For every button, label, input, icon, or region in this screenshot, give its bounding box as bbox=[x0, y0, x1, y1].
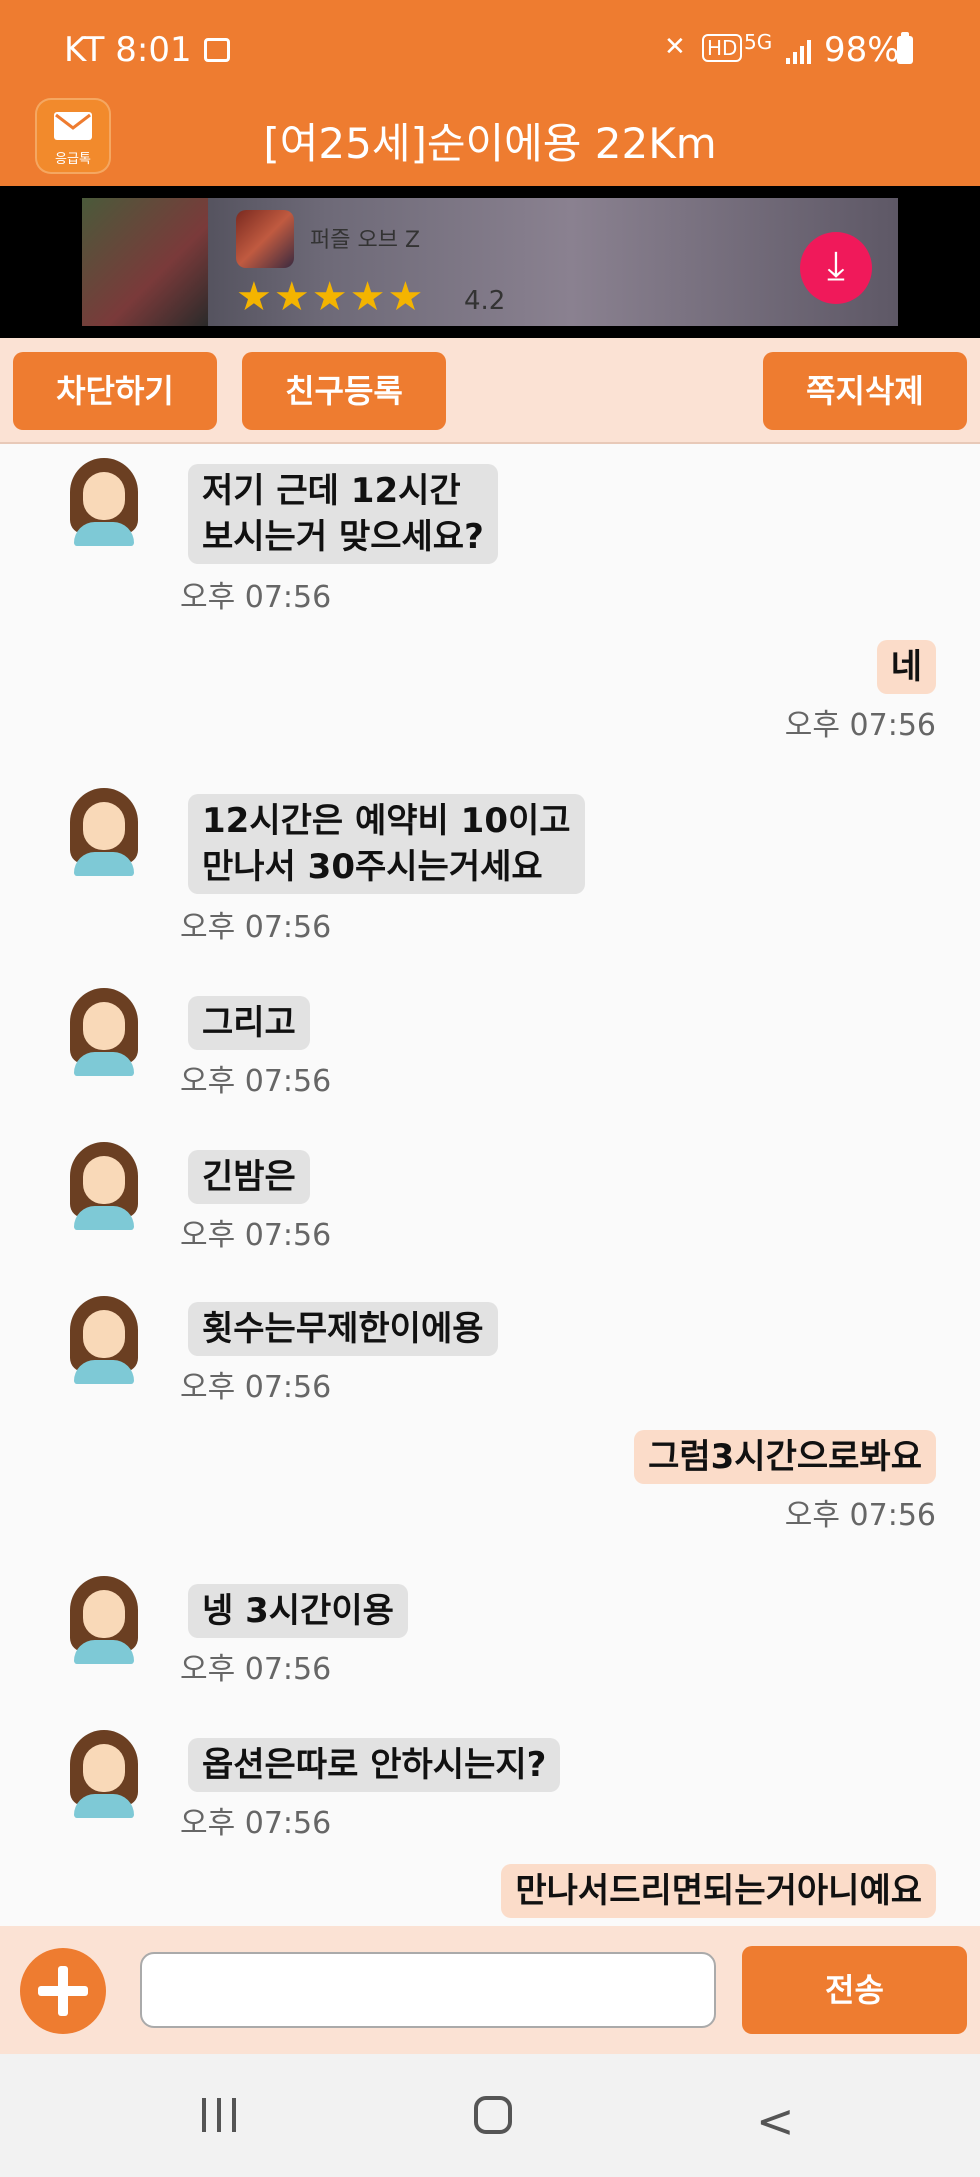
avatar[interactable] bbox=[66, 1576, 142, 1666]
ad-app-icon bbox=[236, 210, 294, 268]
incoming-message: 저기 근데 12시간 보시는거 맞으세요? bbox=[188, 464, 498, 564]
message-time: 오후 07:56 bbox=[180, 910, 332, 945]
outgoing-message: 그럼3시간으로봐요 bbox=[634, 1430, 936, 1484]
avatar[interactable] bbox=[66, 988, 142, 1078]
incoming-message: 옵션은따로 안하시는지? bbox=[188, 1738, 561, 1792]
signal-icon bbox=[786, 38, 812, 64]
battery-percent: 98% bbox=[824, 30, 900, 70]
hd-icon: HD bbox=[702, 34, 743, 62]
add-friend-button[interactable]: 친구등록 bbox=[242, 352, 446, 430]
gallery-icon bbox=[204, 38, 230, 62]
incoming-message: 횟수는무제한이에용 bbox=[188, 1302, 498, 1356]
plus-icon[interactable] bbox=[20, 1948, 106, 2034]
outgoing-message: 만나서드리면되는거아니예요 bbox=[501, 1864, 936, 1918]
ad-banner[interactable]: 퍼즐 오브 Z ★★★★★ 4.2 ⤓ bbox=[82, 198, 898, 326]
message-time: 오후 07:56 bbox=[784, 708, 936, 743]
incoming-message: 넹 3시간이용 bbox=[188, 1584, 408, 1638]
incoming-message: 그리고 bbox=[188, 996, 310, 1050]
download-icon[interactable]: ⤓ bbox=[800, 232, 872, 304]
message-time: 오후 07:56 bbox=[180, 1064, 332, 1099]
avatar[interactable] bbox=[66, 788, 142, 878]
ad-app-name: 퍼즐 오브 Z bbox=[310, 228, 421, 253]
status-carrier-time: KT 8:01 bbox=[64, 30, 192, 70]
incoming-message: 긴밤은 bbox=[188, 1150, 310, 1204]
5g-icon: 5G bbox=[744, 30, 773, 54]
avatar[interactable] bbox=[66, 1296, 142, 1386]
send-button[interactable]: 전송 bbox=[742, 1946, 967, 2034]
block-button[interactable]: 차단하기 bbox=[13, 352, 217, 430]
avatar[interactable] bbox=[66, 1730, 142, 1820]
ad-rating-value: 4.2 bbox=[464, 286, 506, 316]
mute-icon: ✕ bbox=[664, 32, 686, 62]
back-icon[interactable]: < bbox=[756, 2094, 795, 2148]
ad-thumbnail bbox=[82, 198, 208, 326]
outgoing-message: 네 bbox=[876, 640, 936, 694]
home-icon[interactable] bbox=[474, 2096, 512, 2134]
message-time: 오후 07:56 bbox=[180, 1370, 332, 1405]
message-time: 오후 07:56 bbox=[180, 1806, 332, 1841]
ad-star-rating: ★★★★★ bbox=[236, 274, 426, 320]
message-time: 오후 07:56 bbox=[180, 1652, 332, 1687]
recent-apps-icon[interactable] bbox=[202, 2098, 240, 2132]
message-time: 오후 07:56 bbox=[180, 580, 332, 615]
message-time: 오후 07:56 bbox=[784, 1498, 936, 1533]
avatar[interactable] bbox=[66, 1142, 142, 1232]
message-time: 오후 07:56 bbox=[180, 1218, 332, 1253]
chat-title: [여25세]순이에용 22Km bbox=[263, 119, 717, 168]
battery-icon bbox=[897, 32, 913, 64]
avatar[interactable] bbox=[66, 458, 142, 548]
delete-messages-button[interactable]: 쪽지삭제 bbox=[763, 352, 967, 430]
message-input[interactable] bbox=[140, 1952, 716, 2028]
incoming-message: 12시간은 예약비 10이고 만나서 30주시는거세요 bbox=[188, 794, 585, 894]
